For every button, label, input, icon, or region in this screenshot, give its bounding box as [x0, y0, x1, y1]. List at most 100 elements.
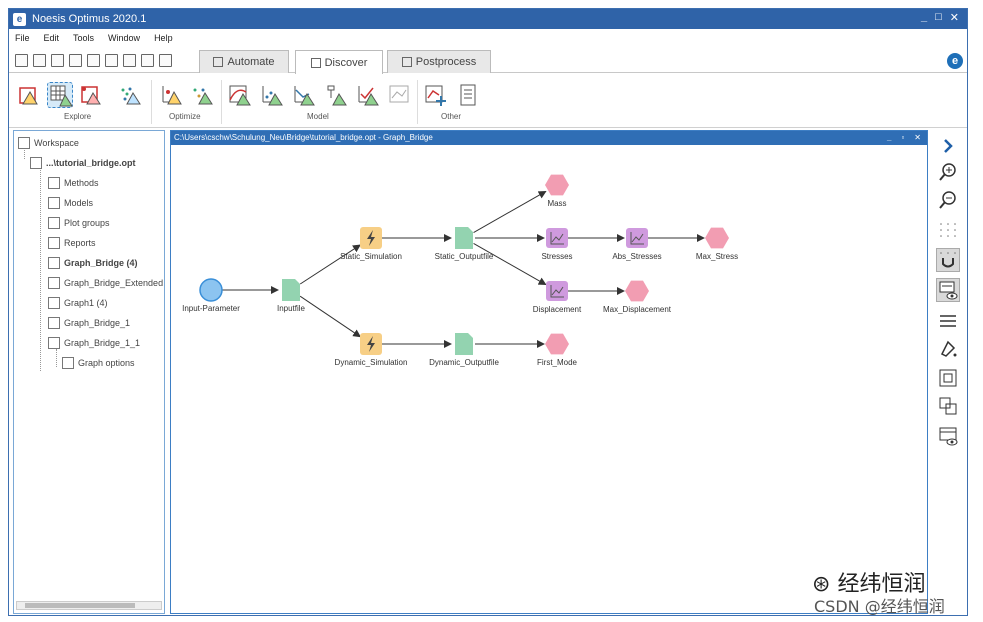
other-ribbon-button-2[interactable] — [455, 82, 481, 108]
tree-item-plot-groups[interactable]: Plot groups — [48, 217, 110, 229]
graph-node-label: Static_Simulation — [340, 252, 402, 261]
brush-icon[interactable] — [105, 54, 118, 67]
explore-ribbon-button-4[interactable] — [117, 82, 143, 108]
menu-file[interactable]: File — [15, 30, 30, 46]
comment-view-icon[interactable] — [936, 278, 960, 302]
graph-node-inputfile[interactable] — [282, 279, 300, 301]
graph-node-max-displacement[interactable] — [625, 280, 649, 302]
expand-icon[interactable] — [936, 134, 960, 158]
tree-item-reports[interactable]: Reports — [48, 237, 96, 249]
scrollbar-thumb[interactable] — [25, 603, 135, 608]
graph-node-max-stress[interactable] — [705, 227, 729, 249]
paint-icon[interactable] — [936, 336, 960, 360]
graph-node-first-mode[interactable] — [545, 333, 569, 355]
close-button[interactable]: ✕ — [950, 11, 959, 24]
graph-node-label: Max_Stress — [695, 252, 739, 261]
model-tree-icon — [327, 85, 347, 106]
graph-node-input[interactable] — [199, 278, 223, 302]
model-ribbon-button-6[interactable] — [387, 82, 413, 108]
graph-node-label: Input-Parameter — [182, 304, 240, 313]
model-line-icon — [294, 86, 315, 106]
panel-restore-button[interactable]: ▫ — [901, 131, 904, 145]
tree-workspace[interactable]: Workspace — [18, 137, 79, 149]
add-chart-icon — [425, 85, 446, 106]
graph-node-label: First_Mode — [536, 358, 578, 367]
maximize-button[interactable]: □ — [935, 11, 942, 24]
optimize-ribbon-button-2[interactable] — [189, 82, 215, 108]
model-ribbon-button-1[interactable] — [227, 82, 253, 108]
tree-item-label: Reports — [64, 238, 96, 248]
tree-item-graph-options[interactable]: Graph options — [62, 357, 135, 369]
lines-icon[interactable] — [936, 308, 960, 332]
graph-edge[interactable] — [299, 295, 362, 338]
graph-edge[interactable] — [299, 244, 361, 285]
tree-item-label: Plot groups — [64, 218, 110, 228]
tree-item-graph1[interactable]: Graph1 (4) — [48, 297, 108, 309]
paste-icon[interactable] — [159, 54, 172, 67]
graph-node-label: Mass — [547, 199, 567, 208]
explore-ribbon-button-2[interactable] — [47, 82, 73, 108]
model-check-icon — [358, 86, 379, 106]
graph-node-abs-stresses[interactable] — [626, 228, 648, 248]
menu-tools[interactable]: Tools — [73, 30, 94, 46]
plot-groups-icon — [48, 217, 60, 229]
panel-minimize-button[interactable]: _ — [887, 131, 891, 145]
save-icon[interactable] — [51, 54, 64, 67]
print-icon[interactable] — [87, 54, 100, 67]
graph-edge[interactable] — [473, 190, 547, 233]
explore-ribbon-button-3[interactable] — [79, 82, 105, 108]
open-folder-icon[interactable] — [33, 54, 46, 67]
ungroup-icon[interactable] — [936, 394, 960, 418]
graph-panel-header: C:\Users\cschw\Schulung_Neu\Bridge\tutor… — [171, 131, 927, 145]
group-icon[interactable] — [936, 366, 960, 390]
graph-node-mass[interactable] — [545, 174, 569, 196]
tree-item-graph-bridge-extended[interactable]: Graph_Bridge_Extended — [48, 277, 163, 289]
model-ribbon-button-4[interactable] — [323, 82, 349, 108]
ribbon-group-other: Other — [441, 112, 462, 121]
menu-window[interactable]: Window — [108, 30, 140, 46]
new-file-icon[interactable] — [15, 54, 28, 67]
model-ribbon-button-5[interactable] — [355, 82, 381, 108]
tree-item-graph-bridge-1-1[interactable]: Graph_Bridge_1_1 — [48, 337, 140, 349]
graph-icon — [48, 317, 60, 329]
tab-discover[interactable]: Discover — [295, 50, 383, 74]
graph-node-stresses[interactable] — [546, 228, 568, 248]
model-ribbon-button-3[interactable] — [291, 82, 317, 108]
graph-node-static-out[interactable] — [455, 227, 473, 249]
tree-workspace-label: Workspace — [34, 138, 79, 148]
graph-node-label: Static_Outputfile — [434, 252, 494, 261]
zoom-out-icon[interactable] — [936, 188, 960, 212]
tree-item-graph-bridge[interactable]: Graph_Bridge (4) — [48, 257, 138, 269]
other-ribbon-button-1[interactable] — [423, 82, 449, 108]
save-as-icon[interactable] — [69, 54, 82, 67]
copy-icon[interactable] — [141, 54, 154, 67]
graph-node-static-sim[interactable] — [360, 227, 382, 249]
panel-close-button[interactable]: ✕ — [914, 131, 921, 145]
menu-edit[interactable]: Edit — [44, 30, 60, 46]
ribbon: Explore Optimize Model Other — [9, 74, 967, 128]
explore-ribbon-button-1[interactable] — [17, 82, 43, 108]
tab-automate[interactable]: Automate — [199, 50, 289, 73]
graph-node-dynamic-out[interactable] — [455, 333, 473, 355]
tree-item-graph-bridge-1[interactable]: Graph_Bridge_1 — [48, 317, 130, 329]
tree-item-label: Methods — [64, 178, 99, 188]
cut-icon[interactable] — [123, 54, 136, 67]
minimize-button[interactable]: _ — [921, 11, 927, 24]
menu-help[interactable]: Help — [154, 30, 173, 46]
tab-postprocess[interactable]: Postprocess — [387, 50, 491, 73]
grid-icon[interactable] — [936, 218, 960, 242]
zoom-in-icon[interactable] — [936, 160, 960, 184]
graph-node-dynamic-sim[interactable] — [360, 333, 382, 355]
app-logo-icon: e — [13, 12, 26, 26]
tree-project[interactable]: ...\tutorial_bridge.opt — [30, 157, 136, 169]
tree-item-models[interactable]: Models — [48, 197, 93, 209]
snap-icon[interactable] — [936, 248, 960, 272]
graph-edge[interactable] — [473, 243, 547, 286]
tree-item-methods[interactable]: Methods — [48, 177, 99, 189]
panel-view-icon[interactable] — [936, 424, 960, 448]
model-surface-icon — [229, 85, 251, 106]
model-ribbon-button-2[interactable] — [259, 82, 285, 108]
tree-horizontal-scrollbar[interactable] — [16, 601, 162, 610]
graph-node-displacement[interactable] — [546, 281, 568, 301]
optimize-ribbon-button-1[interactable] — [159, 82, 185, 108]
